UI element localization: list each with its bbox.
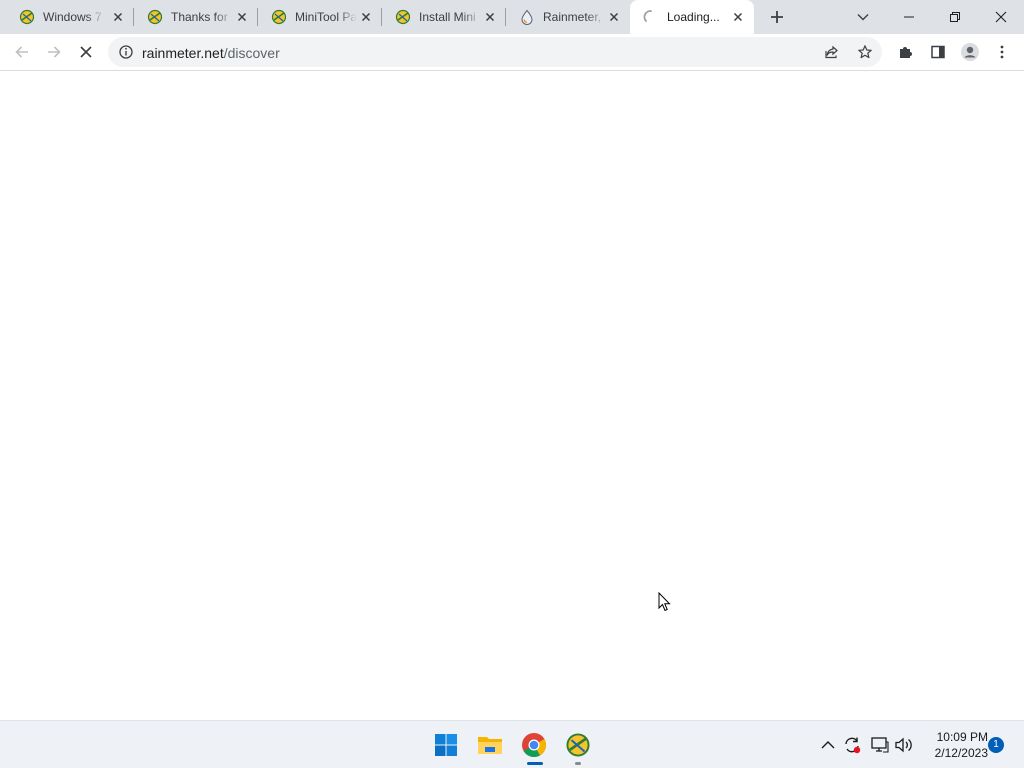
close-icon[interactable] <box>110 9 126 25</box>
tab-install-mini[interactable]: Install Mini <box>382 0 506 34</box>
restore-button[interactable] <box>932 0 978 34</box>
minitool-icon <box>271 9 287 25</box>
minimize-button[interactable] <box>886 0 932 34</box>
tab-title: MiniTool Pa <box>295 10 357 24</box>
chrome-button[interactable] <box>520 731 548 759</box>
network-icon[interactable] <box>870 735 890 755</box>
tab-minitool-partition[interactable]: MiniTool Pa <box>258 0 382 34</box>
loading-spinner-icon <box>643 10 652 22</box>
share-icon[interactable] <box>824 44 840 60</box>
tab-rainmeter[interactable]: Rainmeter, <box>506 0 630 34</box>
page-content <box>0 71 1024 720</box>
file-explorer-button[interactable] <box>476 731 504 759</box>
back-button[interactable] <box>10 40 34 64</box>
file-explorer-icon <box>478 737 502 754</box>
tab-thanks-for[interactable]: Thanks for <box>134 0 258 34</box>
windows-taskbar: 10:09 PM 2/12/2023 1 <box>0 720 1024 768</box>
avatar-icon <box>961 43 979 61</box>
side-panel-icon <box>931 45 945 59</box>
tab-title: Rainmeter, <box>543 10 602 24</box>
forward-arrow-icon <box>48 46 61 58</box>
rainmeter-drop-icon <box>521 9 533 25</box>
chrome-running-indicator <box>527 762 543 765</box>
tab-windows7[interactable]: Windows 7 <box>6 0 134 34</box>
url-path: /discover <box>223 45 280 61</box>
sync-icon[interactable] <box>842 735 862 755</box>
tab-loading[interactable]: Loading... <box>630 0 754 34</box>
stop-x-icon <box>80 46 92 58</box>
close-icon[interactable] <box>482 9 498 25</box>
puzzle-icon <box>900 47 912 58</box>
start-button[interactable] <box>432 731 460 759</box>
minitool-running-indicator <box>575 762 581 765</box>
close-window-button[interactable] <box>978 0 1024 34</box>
mouse-pointer-icon <box>658 592 671 612</box>
minitool-button[interactable] <box>564 731 592 759</box>
browser-toolbar: rainmeter.net/discover <box>0 34 1024 71</box>
tab-search-button[interactable] <box>840 0 886 34</box>
tab-strip: Windows 7 Thanks for MiniTool Pa Install… <box>0 0 1024 34</box>
close-icon[interactable] <box>730 9 746 25</box>
chevron-down-icon <box>857 14 869 21</box>
close-icon <box>995 11 1007 23</box>
side-panel-button[interactable] <box>926 40 950 64</box>
stop-loading-button[interactable] <box>74 40 98 64</box>
volume-icon[interactable] <box>894 735 914 755</box>
system-clock[interactable]: 10:09 PM 2/12/2023 <box>920 729 988 761</box>
restore-icon <box>950 12 960 22</box>
minitool-icon <box>395 9 411 25</box>
new-tab-plus-icon[interactable] <box>766 6 788 28</box>
bookmark-star-icon[interactable] <box>857 44 873 60</box>
close-icon[interactable] <box>606 9 622 25</box>
chrome-icon <box>522 733 547 758</box>
minitool-icon <box>19 9 35 25</box>
minitool-icon <box>566 733 590 757</box>
tab-title: Windows 7 <box>43 10 102 24</box>
clock-time: 10:09 PM <box>936 730 988 744</box>
kebab-menu-icon <box>1000 45 1004 59</box>
close-icon[interactable] <box>358 9 374 25</box>
minimize-icon <box>904 16 914 18</box>
url-host: rainmeter.net <box>142 45 224 61</box>
profile-button[interactable] <box>958 40 982 64</box>
forward-button[interactable] <box>42 40 66 64</box>
extensions-button[interactable] <box>894 40 918 64</box>
info-icon[interactable] <box>118 44 134 60</box>
back-arrow-icon <box>15 46 28 58</box>
address-bar[interactable]: rainmeter.net/discover <box>108 37 882 67</box>
tab-title: Loading... <box>667 10 720 24</box>
notification-badge[interactable]: 1 <box>988 737 1004 753</box>
windows-start-icon <box>435 734 457 756</box>
close-icon[interactable] <box>234 9 250 25</box>
minitool-icon <box>147 9 163 25</box>
clock-date: 2/12/2023 <box>934 746 988 760</box>
url-text[interactable]: rainmeter.net/discover <box>142 45 280 61</box>
tab-title: Install Mini <box>419 10 476 24</box>
chevron-up-icon[interactable] <box>818 735 838 755</box>
tab-title: Thanks for <box>171 10 228 24</box>
menu-button[interactable] <box>990 40 1014 64</box>
